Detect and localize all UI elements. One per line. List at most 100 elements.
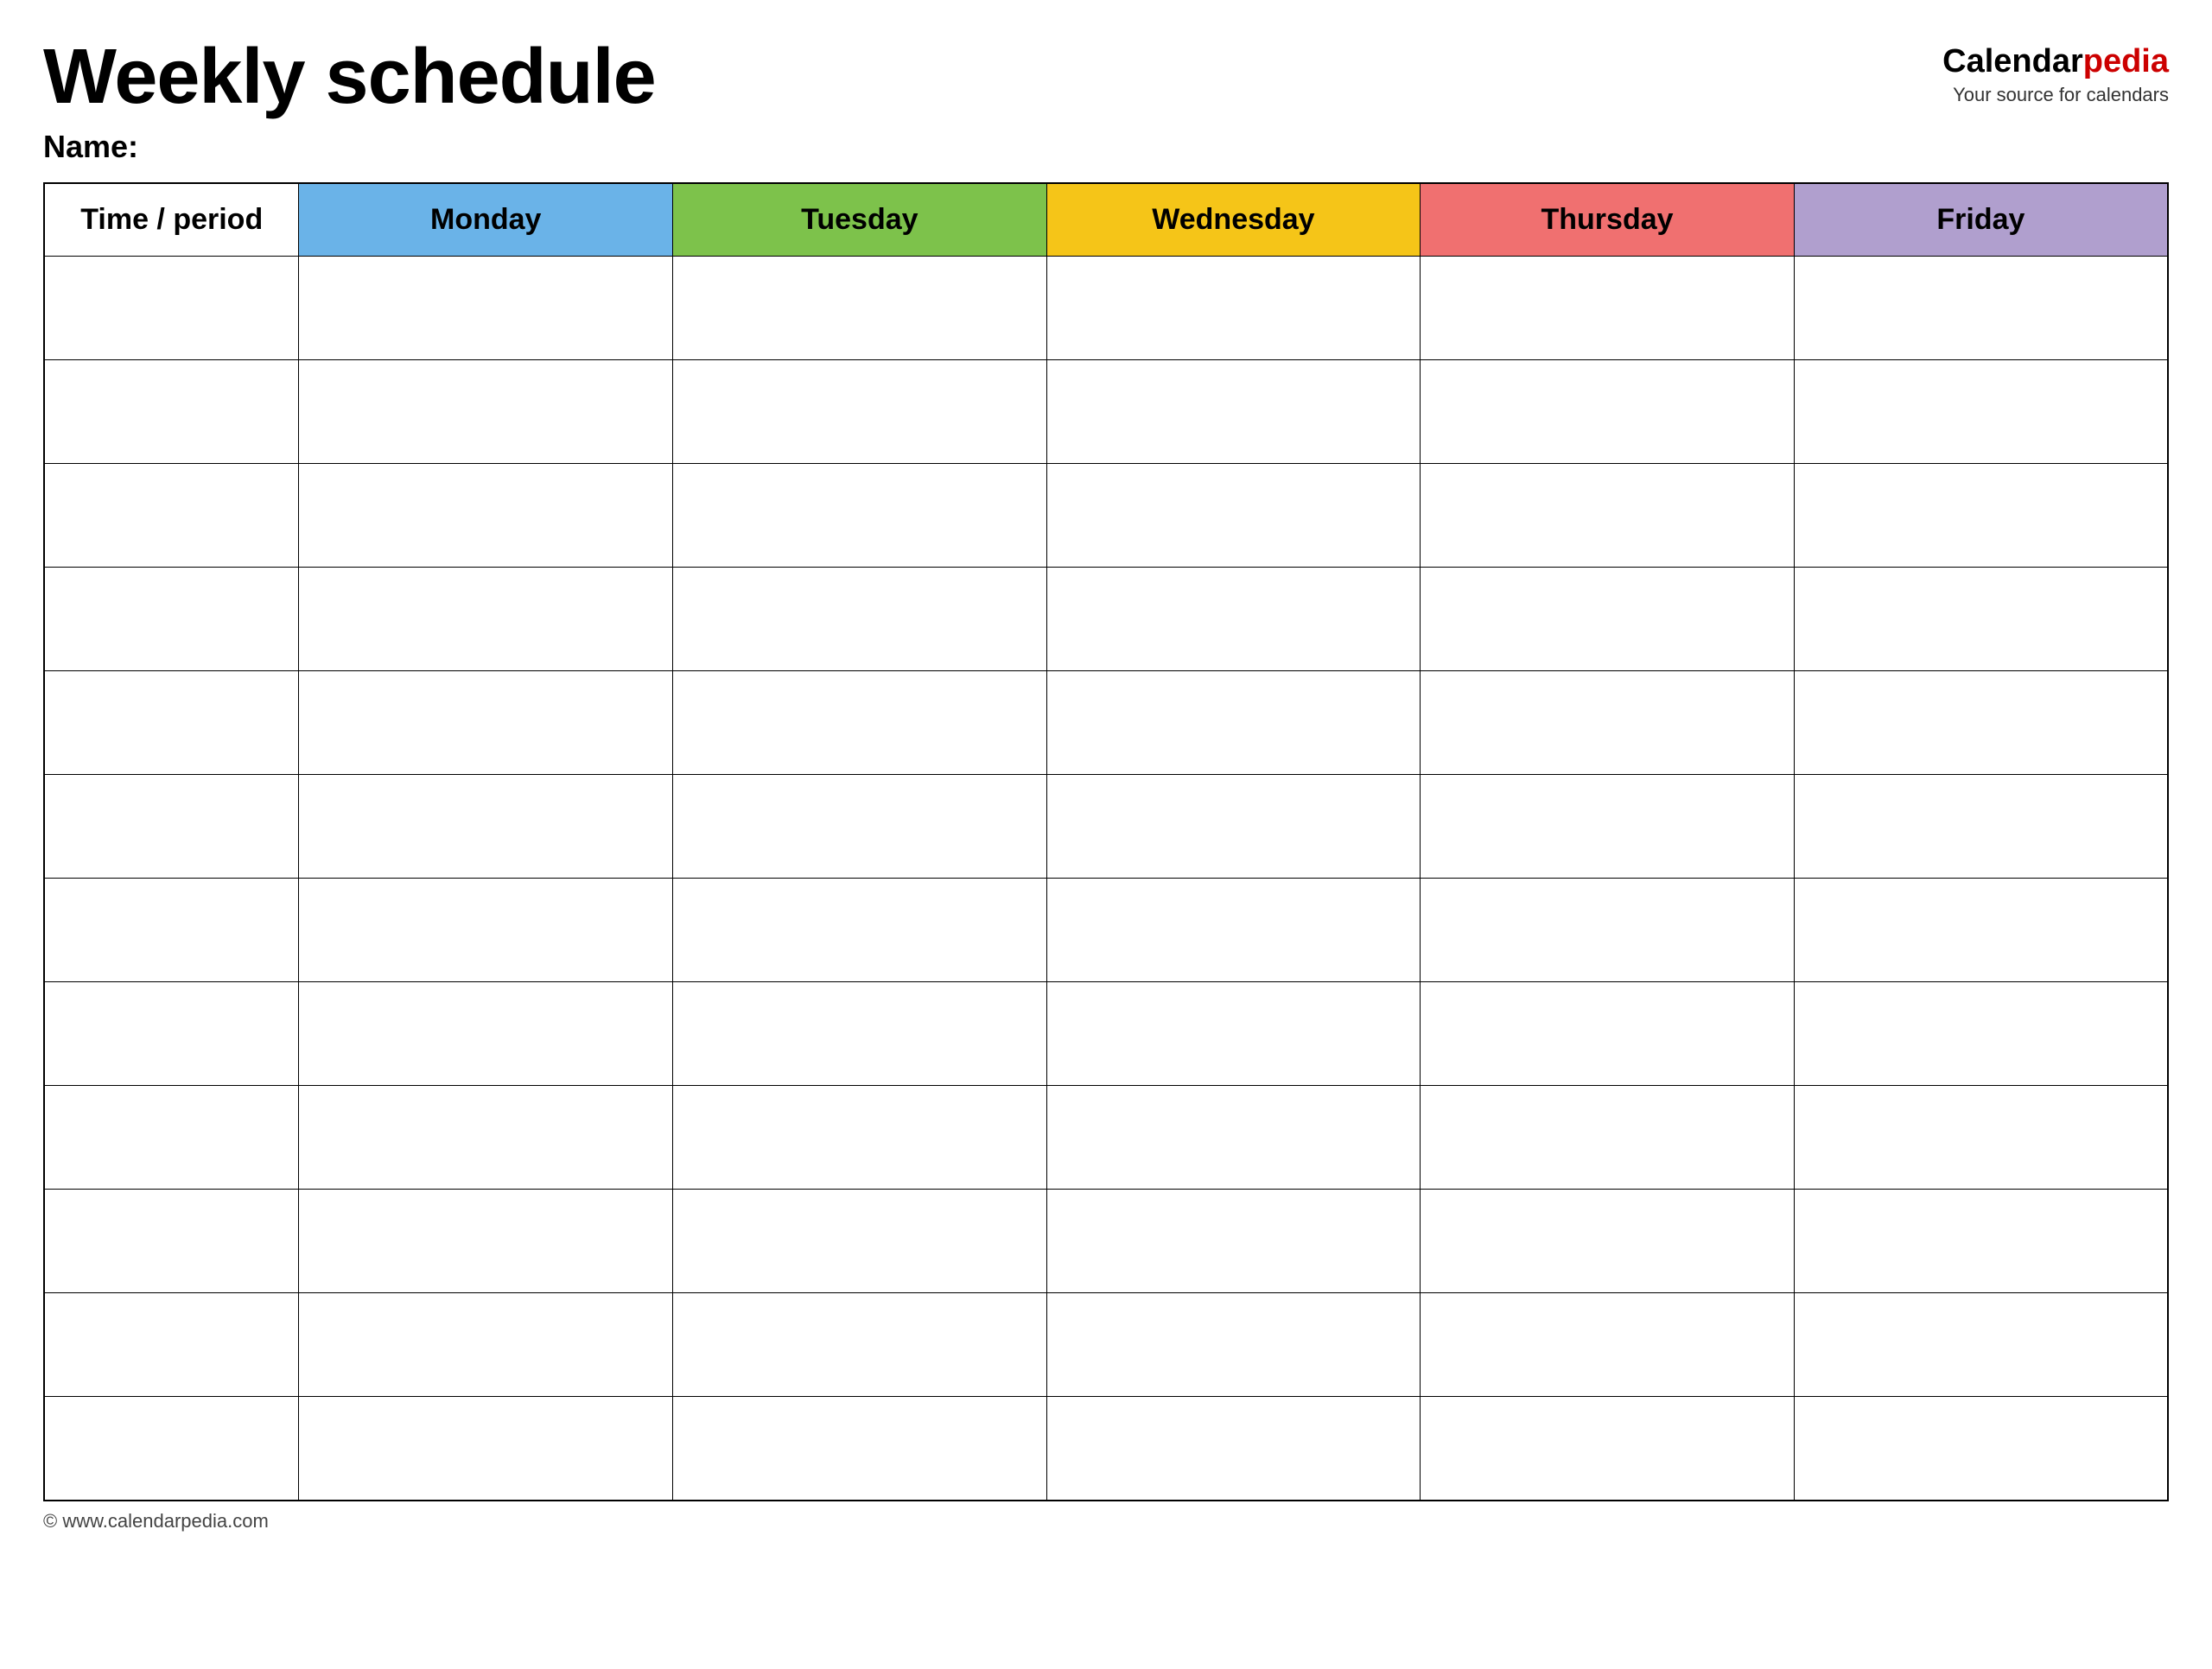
table-cell[interactable]	[673, 982, 1047, 1086]
table-row	[44, 671, 2168, 775]
table-cell[interactable]	[1794, 1397, 2168, 1501]
table-cell[interactable]	[299, 568, 673, 671]
table-cell[interactable]	[1046, 1086, 1421, 1190]
header-row: Time / period Monday Tuesday Wednesday T…	[44, 183, 2168, 257]
table-cell[interactable]	[299, 1397, 673, 1501]
table-row	[44, 1190, 2168, 1293]
table-cell[interactable]	[44, 1397, 299, 1501]
table-cell[interactable]	[673, 775, 1047, 879]
header-section: Weekly schedule Calendarpedia Your sourc…	[43, 35, 2169, 120]
table-cell[interactable]	[673, 671, 1047, 775]
table-cell[interactable]	[1421, 1190, 1795, 1293]
table-cell[interactable]	[1046, 360, 1421, 464]
table-cell[interactable]	[44, 464, 299, 568]
table-cell[interactable]	[673, 257, 1047, 360]
table-row	[44, 360, 2168, 464]
col-header-time: Time / period	[44, 183, 299, 257]
table-row	[44, 982, 2168, 1086]
table-cell[interactable]	[1794, 982, 2168, 1086]
table-cell[interactable]	[1794, 464, 2168, 568]
table-cell[interactable]	[1421, 1293, 1795, 1397]
table-cell[interactable]	[299, 464, 673, 568]
table-body	[44, 257, 2168, 1501]
table-row	[44, 568, 2168, 671]
table-cell[interactable]	[1046, 671, 1421, 775]
table-cell[interactable]	[1421, 775, 1795, 879]
table-cell[interactable]	[299, 1293, 673, 1397]
col-header-wednesday: Wednesday	[1046, 183, 1421, 257]
logo-brand: Calendar	[1942, 43, 2083, 79]
table-cell[interactable]	[299, 1086, 673, 1190]
table-cell[interactable]	[673, 879, 1047, 982]
table-cell[interactable]	[299, 982, 673, 1086]
table-cell[interactable]	[1794, 257, 2168, 360]
table-cell[interactable]	[1046, 1293, 1421, 1397]
table-cell[interactable]	[1046, 1397, 1421, 1501]
table-cell[interactable]	[1794, 879, 2168, 982]
col-header-tuesday: Tuesday	[673, 183, 1047, 257]
table-cell[interactable]	[44, 257, 299, 360]
table-cell[interactable]	[1046, 568, 1421, 671]
table-row	[44, 464, 2168, 568]
table-row	[44, 775, 2168, 879]
table-cell[interactable]	[1794, 1293, 2168, 1397]
table-cell[interactable]	[1046, 879, 1421, 982]
table-cell[interactable]	[1421, 879, 1795, 982]
table-cell[interactable]	[299, 671, 673, 775]
table-cell[interactable]	[1046, 775, 1421, 879]
table-cell[interactable]	[299, 775, 673, 879]
table-cell[interactable]	[44, 671, 299, 775]
table-cell[interactable]	[1794, 1086, 2168, 1190]
table-cell[interactable]	[44, 982, 299, 1086]
table-cell[interactable]	[673, 464, 1047, 568]
table-cell[interactable]	[44, 360, 299, 464]
table-cell[interactable]	[1421, 671, 1795, 775]
table-cell[interactable]	[1421, 1086, 1795, 1190]
table-cell[interactable]	[1794, 568, 2168, 671]
table-cell[interactable]	[44, 775, 299, 879]
logo-tagline: Your source for calendars	[1953, 84, 2169, 106]
table-cell[interactable]	[44, 1293, 299, 1397]
table-cell[interactable]	[1421, 464, 1795, 568]
table-cell[interactable]	[1421, 360, 1795, 464]
table-cell[interactable]	[1046, 1190, 1421, 1293]
table-row	[44, 257, 2168, 360]
logo-area: Calendarpedia Your source for calendars	[1942, 35, 2169, 106]
col-header-thursday: Thursday	[1421, 183, 1795, 257]
table-cell[interactable]	[1794, 775, 2168, 879]
table-cell[interactable]	[673, 1293, 1047, 1397]
table-cell[interactable]	[1046, 982, 1421, 1086]
table-cell[interactable]	[299, 1190, 673, 1293]
table-cell[interactable]	[1421, 568, 1795, 671]
table-cell[interactable]	[673, 1086, 1047, 1190]
footer-url: © www.calendarpedia.com	[43, 1510, 269, 1532]
table-cell[interactable]	[44, 568, 299, 671]
logo-text: Calendarpedia	[1942, 43, 2169, 80]
table-cell[interactable]	[1794, 360, 2168, 464]
schedule-table: Time / period Monday Tuesday Wednesday T…	[43, 182, 2169, 1501]
table-cell[interactable]	[1794, 1190, 2168, 1293]
table-cell[interactable]	[673, 1190, 1047, 1293]
table-cell[interactable]	[44, 1086, 299, 1190]
col-header-friday: Friday	[1794, 183, 2168, 257]
table-cell[interactable]	[1421, 982, 1795, 1086]
table-cell[interactable]	[1421, 1397, 1795, 1501]
name-label: Name:	[43, 129, 2169, 165]
table-cell[interactable]	[299, 257, 673, 360]
table-row	[44, 1397, 2168, 1501]
table-cell[interactable]	[673, 360, 1047, 464]
table-cell[interactable]	[44, 1190, 299, 1293]
table-cell[interactable]	[1421, 257, 1795, 360]
table-cell[interactable]	[299, 360, 673, 464]
table-cell[interactable]	[1794, 671, 2168, 775]
col-header-monday: Monday	[299, 183, 673, 257]
table-cell[interactable]	[673, 1397, 1047, 1501]
table-row	[44, 879, 2168, 982]
table-cell[interactable]	[299, 879, 673, 982]
logo-accent: pedia	[2083, 43, 2169, 79]
table-cell[interactable]	[44, 879, 299, 982]
table-cell[interactable]	[1046, 464, 1421, 568]
table-cell[interactable]	[1046, 257, 1421, 360]
table-cell[interactable]	[673, 568, 1047, 671]
page-title: Weekly schedule	[43, 35, 1942, 120]
